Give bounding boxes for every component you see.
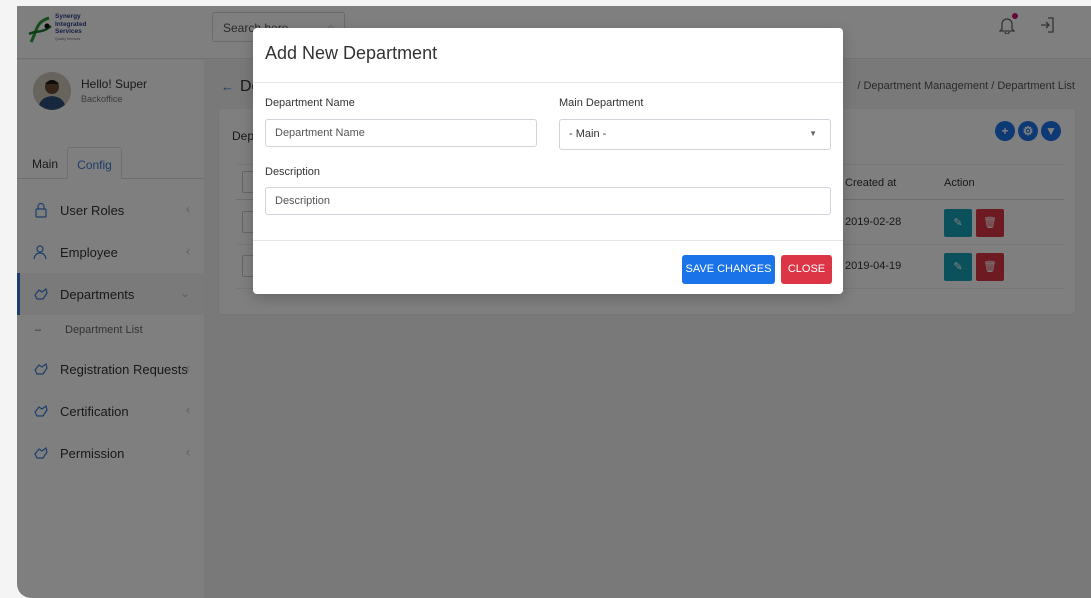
main-department-label: Main Department (559, 97, 644, 109)
close-button[interactable]: Close (781, 255, 832, 284)
description-label: Description (265, 166, 321, 178)
caret-down-icon: ▼ (809, 129, 817, 138)
modal-title: Add New Department (265, 43, 438, 63)
modal-header: Add New Department (253, 28, 843, 83)
description-input[interactable]: Description (265, 187, 831, 215)
save-changes-button[interactable]: Save changes (682, 255, 775, 284)
department-name-label: Department Name (265, 97, 355, 109)
description-placeholder: Description (275, 195, 331, 207)
main-department-select[interactable]: - Main - ▼ (559, 119, 831, 150)
modal-footer: Save changes Close (253, 240, 843, 294)
add-department-modal: Add New Department Department Name Depar… (253, 28, 843, 294)
department-name-input[interactable]: Department Name (265, 119, 537, 147)
department-name-placeholder: Department Name (275, 127, 365, 139)
main-department-selected: - Main - (569, 128, 607, 140)
